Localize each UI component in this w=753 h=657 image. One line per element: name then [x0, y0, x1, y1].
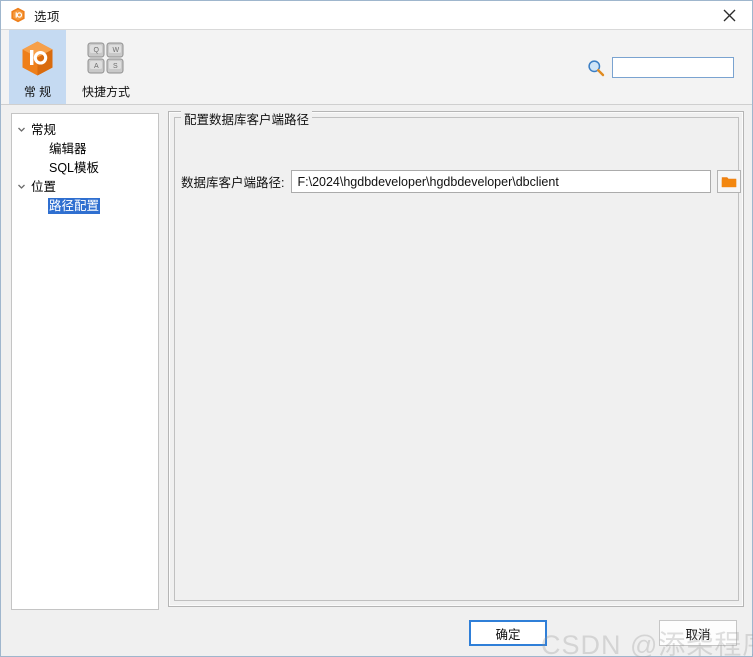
general-hexagon-icon — [19, 39, 56, 77]
svg-text:W: W — [113, 47, 120, 54]
browse-folder-button[interactable] — [717, 170, 742, 193]
tree-node-location[interactable]: 位置 — [12, 177, 158, 196]
cancel-button-label: 取消 — [685, 627, 711, 642]
close-icon[interactable] — [706, 1, 752, 29]
tree-node-label: 编辑器 — [49, 141, 87, 156]
folder-icon — [722, 176, 737, 187]
tree-node-editor[interactable]: 编辑器 — [12, 139, 158, 158]
search-input[interactable] — [612, 57, 734, 78]
db-client-path-label: 数据库客户端路径: — [181, 176, 285, 190]
search-icon[interactable] — [587, 59, 605, 77]
tree-node-label: 常规 — [31, 122, 57, 137]
options-dialog: 选项 常 规 Q W A S 快捷方式 常规 编辑器 SQL模板 位置 路径配置… — [0, 0, 753, 657]
tab-shortcuts-label: 快捷方式 — [81, 85, 130, 99]
app-hexagon-icon — [11, 7, 25, 23]
path-config-groupbox: 配置数据库客户端路径 数据库客户端路径: — [174, 109, 742, 601]
toolbar: 常 规 Q W A S 快捷方式 — [1, 30, 752, 105]
keyboard-keys-icon: Q W A S — [84, 39, 128, 77]
tree-node-general[interactable]: 常规 — [12, 120, 158, 139]
tree-node-label: 位置 — [31, 179, 57, 194]
title-bar: 选项 — [1, 1, 752, 30]
tab-general[interactable]: 常 规 — [9, 30, 66, 104]
content-panel: 配置数据库客户端路径 数据库客户端路径: — [168, 109, 744, 607]
search-area — [587, 57, 734, 78]
window-title: 选项 — [34, 9, 61, 24]
ok-button-label: 确定 — [495, 627, 521, 642]
svg-text:A: A — [94, 63, 99, 70]
settings-tree[interactable]: 常规 编辑器 SQL模板 位置 路径配置 — [11, 113, 159, 610]
db-client-path-input[interactable] — [291, 170, 712, 193]
groupbox-title: 配置数据库客户端路径 — [181, 109, 313, 128]
close-x-glyph — [723, 9, 735, 21]
svg-text:S: S — [113, 63, 118, 70]
chevron-down-icon[interactable] — [12, 120, 30, 139]
ok-button[interactable]: 确定 — [469, 620, 547, 646]
tree-node-sql-template[interactable]: SQL模板 — [12, 158, 158, 177]
dialog-button-bar: 确定 取消 — [1, 620, 752, 648]
tree-node-label: SQL模板 — [49, 160, 100, 175]
svg-text:Q: Q — [94, 47, 100, 54]
db-client-path-row: 数据库客户端路径: — [181, 170, 742, 193]
tab-strip: 常 规 Q W A S 快捷方式 — [9, 30, 146, 104]
tree-node-label: 路径配置 — [48, 197, 101, 214]
tree-node-path-config[interactable]: 路径配置 — [12, 196, 158, 215]
cancel-button[interactable]: 取消 — [659, 620, 737, 646]
tab-shortcuts[interactable]: Q W A S 快捷方式 — [66, 30, 146, 104]
tab-general-label: 常 规 — [23, 85, 52, 99]
chevron-down-icon[interactable] — [12, 177, 30, 196]
